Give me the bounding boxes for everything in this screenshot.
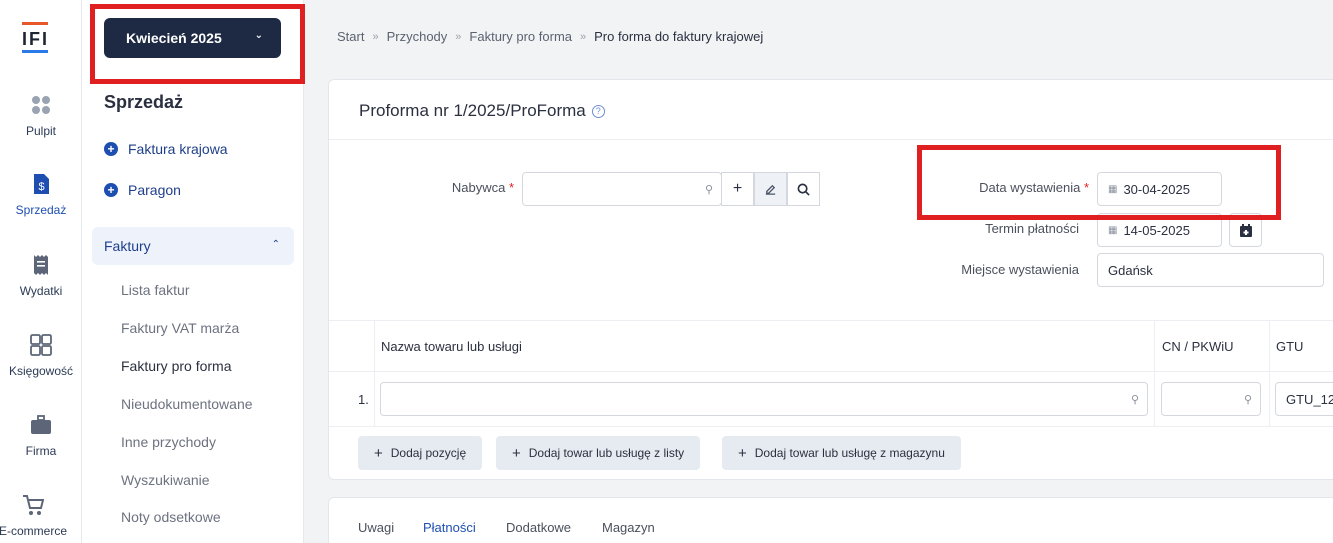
svg-text:$: $ — [38, 181, 44, 193]
row-index: 1. — [358, 392, 369, 407]
breadcrumb-proforma[interactable]: Faktury pro forma — [469, 29, 572, 44]
invoices-group-toggle[interactable]: Faktury ⌃ — [92, 227, 294, 265]
column-separator — [1154, 320, 1155, 426]
tabs-card: Uwagi Płatności Dodatkowe Magazyn — [328, 497, 1333, 543]
breadcrumb: Start » Przychody » Faktury pro forma » … — [337, 29, 763, 44]
search-icon — [797, 183, 810, 196]
app-logo[interactable]: IFI — [22, 22, 48, 54]
tab-dodatkowe[interactable]: Dodatkowe — [506, 520, 571, 535]
divider — [329, 320, 1333, 321]
edit-buyer-button[interactable] — [754, 172, 787, 206]
sidebar-item-vat-margin[interactable]: Faktury VAT marża — [121, 320, 239, 336]
calendar-icon: ▦ — [1108, 224, 1118, 236]
tab-uwagi[interactable]: Uwagi — [358, 520, 394, 535]
add-buyer-button[interactable]: + — [721, 172, 754, 206]
section-title: Sprzedaż — [104, 92, 184, 112]
highlight-issue-date — [917, 145, 1281, 220]
sidebar-item-search[interactable]: Wyszukiwanie — [121, 472, 210, 488]
buyer-input[interactable]: ⚲ — [522, 172, 722, 206]
divider — [329, 371, 1333, 372]
plus-circle-icon: + — [104, 142, 118, 156]
gtu-select[interactable]: GTU_12 — [1275, 382, 1333, 416]
add-domestic-invoice-link[interactable]: + Faktura krajowa — [104, 141, 228, 157]
due-date-label: Termin płatności — [985, 221, 1079, 236]
column-separator — [1269, 320, 1270, 426]
add-receipt-link[interactable]: + Paragon — [104, 182, 181, 198]
sidebar-item-other-income[interactable]: Inne przychody — [121, 434, 216, 450]
tab-platnosci[interactable]: Płatności — [423, 520, 476, 535]
plus-icon: + — [738, 444, 747, 462]
chevron-up-icon: ⌃ — [271, 239, 280, 250]
sidebar-item-proforma[interactable]: Faktury pro forma — [121, 358, 231, 374]
proforma-form-card: Proforma nr 1/2025/ProForma ? Nabywca * … — [328, 79, 1333, 480]
cn-input[interactable]: ⚲ — [1161, 382, 1261, 416]
calculator-icon — [30, 334, 52, 356]
edit-icon — [765, 184, 776, 195]
breadcrumb-start[interactable]: Start — [337, 29, 364, 44]
chevron-right-icon: » — [580, 30, 587, 43]
plus-icon: + — [374, 444, 383, 462]
rail-item-sprzedaz[interactable]: $ Sprzedaż — [0, 173, 82, 217]
plus-circle-icon: + — [104, 183, 118, 197]
add-item-from-warehouse-button[interactable]: + Dodaj towar lub usługę z magazynu — [722, 436, 961, 470]
column-header-gtu: GTU — [1276, 339, 1304, 354]
plus-icon: + — [512, 444, 521, 462]
sidebar-item-undocumented[interactable]: Nieudokumentowane — [121, 396, 253, 412]
rail-item-firma[interactable]: Firma — [0, 414, 82, 458]
search-buyer-button[interactable] — [787, 172, 820, 206]
rail-item-ecommerce[interactable]: E-commerce — [0, 494, 74, 538]
help-icon[interactable]: ? — [591, 104, 605, 118]
briefcase-icon — [31, 415, 51, 434]
divider — [329, 139, 1333, 140]
chevron-right-icon: » — [372, 30, 379, 43]
add-item-from-list-button[interactable]: + Dodaj towar lub usługę z listy — [496, 436, 701, 470]
search-icon: ⚲ — [1243, 394, 1252, 406]
place-label: Miejsce wystawienia — [961, 262, 1079, 277]
buyer-label: Nabywca * — [451, 180, 514, 195]
calendar-add-icon — [1239, 223, 1252, 237]
divider — [329, 426, 1333, 427]
receipt-icon — [34, 255, 48, 275]
place-input[interactable]: Gdańsk — [1097, 253, 1324, 287]
search-icon: ⚲ — [1130, 394, 1139, 406]
rail-item-wydatki[interactable]: Wydatki — [0, 254, 82, 298]
sidebar-item-invoice-list[interactable]: Lista faktur — [121, 282, 189, 298]
search-icon: ⚲ — [704, 184, 713, 196]
breadcrumb-current: Pro forma do faktury krajowej — [594, 29, 764, 44]
column-header-name: Nazwa towaru lub usługi — [381, 339, 522, 354]
invoice-dollar-icon: $ — [34, 174, 49, 194]
add-position-button[interactable]: + Dodaj pozycję — [358, 436, 483, 470]
icon-rail: IFI Pulpit $ Sprzedaż Wydatki Księgowość — [0, 0, 82, 543]
page-title: Proforma nr 1/2025/ProForma ? — [359, 101, 605, 121]
rail-item-pulpit[interactable]: Pulpit — [0, 94, 82, 138]
cart-icon — [23, 495, 44, 515]
column-separator — [374, 320, 375, 426]
item-name-input[interactable]: ⚲ — [380, 382, 1148, 416]
column-header-cn: CN / PKWiU — [1162, 339, 1234, 354]
dashboard-icon — [32, 96, 50, 114]
breadcrumb-income[interactable]: Przychody — [387, 29, 448, 44]
tab-magazyn[interactable]: Magazyn — [602, 520, 655, 535]
rail-item-ksiegowosc[interactable]: Księgowość — [0, 334, 82, 378]
chevron-right-icon: » — [455, 30, 462, 43]
sidebar-item-interest-notes[interactable]: Noty odsetkowe — [121, 509, 221, 525]
highlight-period — [90, 4, 305, 84]
